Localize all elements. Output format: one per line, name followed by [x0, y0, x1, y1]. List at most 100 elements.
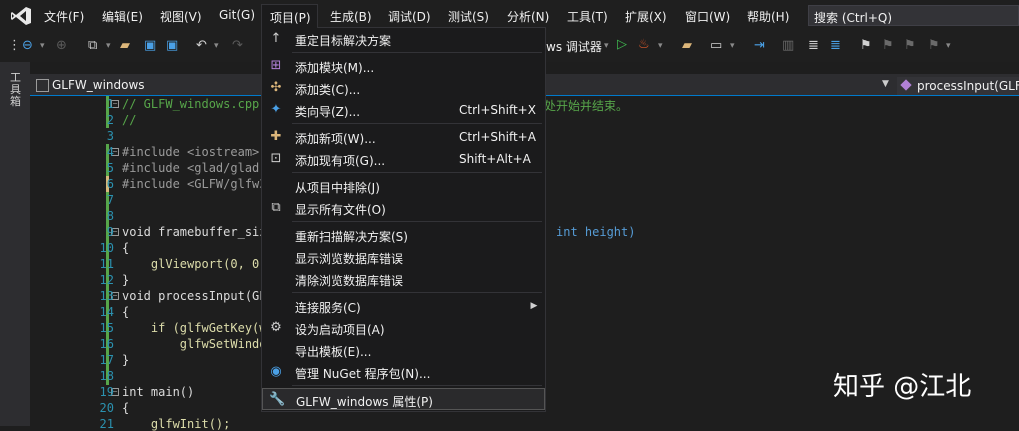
uncomment-icon[interactable]: ≣ [830, 38, 841, 54]
hot-reload-icon[interactable]: ♨ [638, 37, 650, 53]
menu-item-label: 显示浏览数据库错误 [295, 252, 404, 266]
save-all-icon[interactable]: ▣ [166, 38, 178, 54]
code-line: void processInput(GL [122, 289, 267, 303]
code-line: #include <iostream> [122, 145, 260, 159]
menu-item-export-template[interactable]: 导出模板(E)... [262, 339, 545, 361]
code-line: glfwInit(); [122, 417, 231, 431]
menu-item-exclude-from-project[interactable]: 从项目中排除(J) [262, 175, 545, 197]
menu-item-connected-services[interactable]: 连接服务(C) ▶ [262, 295, 545, 317]
menu-item-show-all-files[interactable]: ⧉ 显示所有文件(O) [262, 197, 545, 219]
new-dropdown-icon[interactable]: ▾ [106, 38, 111, 54]
code-line: int main() [122, 385, 195, 399]
code-line: { [122, 305, 130, 319]
tab-label: GLFW_windows [52, 78, 145, 92]
menu-item-label: 显示所有文件(O) [295, 203, 386, 217]
clear-bookmark-icon[interactable]: ⚑ [928, 38, 940, 54]
back-dropdown-icon[interactable]: ▾ [40, 38, 45, 54]
chevron-down-icon[interactable]: ▼ [882, 79, 889, 89]
menu-item-add-new-item[interactable]: ✚ 添加新项(W)... Ctrl+Shift+A [262, 126, 545, 148]
menu-item-label: 添加现有项(G)... [295, 154, 386, 168]
prev-bookmark-icon[interactable]: ⚑ [882, 38, 894, 54]
comment-icon[interactable]: ≣ [808, 38, 819, 54]
next-bookmark-icon[interactable]: ⚑ [904, 38, 916, 54]
menu-file[interactable]: 文件(F) [44, 8, 84, 25]
code-line: #include <glad/glad. [122, 161, 267, 175]
line-number: 3 [106, 129, 114, 143]
menu-item-label: 从项目中排除(J) [295, 181, 380, 195]
undo-dropdown-icon[interactable]: ▾ [214, 38, 219, 54]
menu-edit[interactable]: 编辑(E) [102, 8, 143, 25]
menu-window[interactable]: 窗口(W) [685, 8, 730, 25]
code-line: void framebuffer_siz [122, 225, 267, 239]
undo-icon[interactable]: ↶ [196, 38, 207, 54]
window-layout-icon[interactable]: ▭ [710, 38, 722, 54]
menu-item-label: 重新扫描解决方案(S) [295, 230, 408, 244]
menu-item-clear-db-errors[interactable]: 清除浏览数据库错误 [262, 268, 545, 290]
redo-icon[interactable]: ↷ [232, 38, 243, 54]
menu-item-add-existing-item[interactable]: ⊡ 添加现有项(G)... Shift+Alt+A [262, 148, 545, 170]
start-debug-icon[interactable]: ▷ [617, 37, 627, 53]
menu-item-manage-nuget[interactable]: ◉ 管理 NuGet 程序包(N)... [262, 361, 545, 383]
menu-item-retarget-solution[interactable]: ↑ 重定目标解决方案 [262, 28, 545, 50]
search-input[interactable]: 搜索 (Ctrl+Q) [808, 5, 1019, 26]
forward-icon[interactable]: ⊕ [56, 38, 67, 54]
menu-item-label: 连接服务(C) [295, 301, 361, 315]
up-arrow-icon: ↑ [270, 31, 282, 46]
menu-item-label: 添加新项(W)... [295, 132, 376, 146]
menu-help[interactable]: 帮助(H) [747, 8, 789, 25]
line-number: 20 [99, 401, 114, 415]
debugger-label[interactable]: ws 调试器 [546, 39, 602, 55]
menu-separator [292, 172, 542, 173]
menu-item-label: 清除浏览数据库错误 [295, 274, 404, 288]
new-project-icon[interactable]: ⧉ [88, 38, 97, 54]
menu-extensions[interactable]: 扩展(X) [625, 8, 667, 25]
step-icon[interactable]: ⇥ [754, 38, 765, 54]
toolbox-tab[interactable]: 工具箱 [10, 72, 22, 108]
toolbar-disabled-icon[interactable]: ▥ [782, 38, 794, 54]
wrench-icon: 🔧 [269, 392, 286, 407]
menu-item-properties[interactable]: 🔧 GLFW_windows 属性(P) [262, 388, 545, 410]
line-number: 21 [99, 417, 114, 431]
hot-reload-dropdown-icon[interactable]: ▾ [658, 38, 663, 54]
project-dropdown-menu: ↑ 重定目标解决方案 ⊞ 添加模块(M)... ✣ 添加类(C)... ✦ 类向… [261, 27, 546, 412]
tab-glfw-windows[interactable]: GLFW_windows [32, 75, 246, 95]
menu-item-label: 设为启动项目(A) [295, 323, 385, 337]
menu-debug[interactable]: 调试(D) [388, 8, 431, 25]
menu-item-set-startup-project[interactable]: ⚙ 设为启动项目(A) [262, 317, 545, 339]
menu-git[interactable]: Git(G) [219, 8, 255, 22]
menu-item-shortcut: Ctrl+Shift+A [459, 130, 536, 144]
line-number: 8 [106, 209, 114, 223]
menu-item-add-module[interactable]: ⊞ 添加模块(M)... [262, 55, 545, 77]
menu-build[interactable]: 生成(B) [330, 8, 372, 25]
submenu-arrow-icon: ▶ [530, 301, 538, 311]
menu-item-rescan-solution[interactable]: 重新扫描解决方案(S) [262, 224, 545, 246]
menu-view[interactable]: 视图(V) [160, 8, 202, 25]
menu-tools[interactable]: 工具(T) [567, 8, 608, 25]
line-number: 17 [99, 353, 114, 367]
menu-item-label: 管理 NuGet 程序包(N)... [295, 367, 431, 381]
menu-item-label: 添加类(C)... [295, 83, 361, 97]
menu-item-add-class[interactable]: ✣ 添加类(C)... [262, 77, 545, 99]
menu-item-class-wizard[interactable]: ✦ 类向导(Z)... Ctrl+Shift+X [262, 99, 545, 121]
member-navigation-dropdown[interactable]: processInput(GLFW [897, 77, 1019, 95]
add-existing-item-icon: ⊡ [270, 151, 282, 166]
code-line: glViewport(0, 0, [122, 257, 267, 271]
save-icon[interactable]: ▣ [144, 38, 156, 54]
menu-analyze[interactable]: 分析(N) [507, 8, 549, 25]
menu-project[interactable]: 项目(P) [261, 4, 318, 28]
menu-test[interactable]: 测试(S) [448, 8, 489, 25]
folder-view-icon[interactable]: ▰ [682, 38, 692, 54]
back-icon[interactable]: ⊖ [22, 38, 33, 54]
show-all-files-icon: ⧉ [271, 200, 281, 215]
nuget-icon: ◉ [270, 364, 282, 379]
left-tool-strip [0, 62, 30, 426]
line-number: 11 [99, 257, 114, 271]
menu-item-show-db-errors[interactable]: 显示浏览数据库错误 [262, 246, 545, 268]
layout-dropdown-icon[interactable]: ▾ [730, 38, 735, 54]
bookmark-icon[interactable]: ⚑ [860, 38, 872, 54]
debugger-dropdown-icon[interactable]: ▾ [604, 38, 609, 54]
visual-studio-logo-icon[interactable] [10, 6, 32, 26]
toolbar-overflow-icon[interactable]: ▾ [946, 38, 951, 54]
open-folder-icon[interactable]: ▰ [120, 38, 130, 54]
line-number: 2 [106, 113, 114, 127]
